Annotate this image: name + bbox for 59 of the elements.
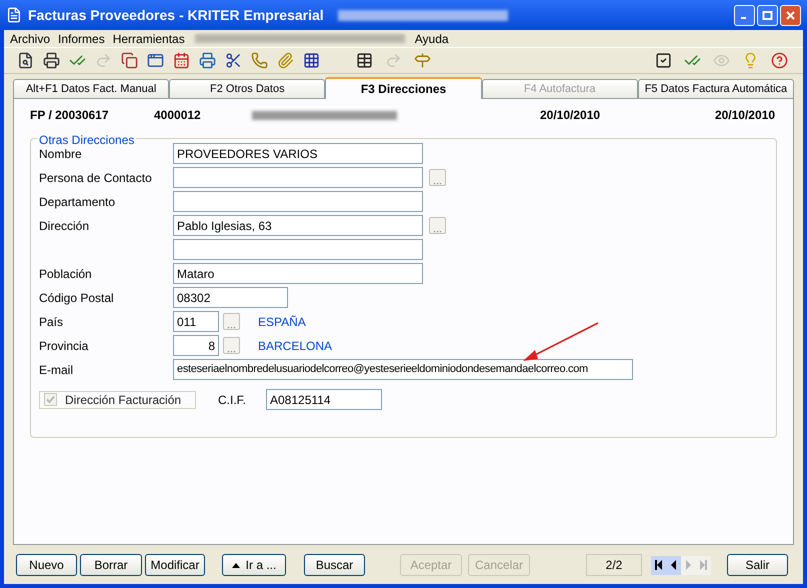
field-label: Código Postal: [39, 290, 114, 304]
up-triangle-icon: [232, 562, 240, 568]
close-icon: [785, 10, 796, 20]
field-label: Nombre: [39, 146, 82, 160]
input-field[interactable]: Mataro: [173, 263, 423, 284]
field-label: Provincia: [39, 338, 88, 352]
input-field[interactable]: PROVEEDORES VARIOS: [173, 143, 423, 164]
checkmark-icon: [46, 395, 55, 404]
maximize-icon: [762, 10, 773, 20]
field-label: País: [39, 314, 64, 328]
close-button[interactable]: [780, 4, 801, 26]
tab[interactable]: Alt+F1 Datos Fact. Manual: [13, 79, 170, 99]
field-label: Población: [39, 266, 92, 280]
action-button[interactable]: Buscar: [304, 554, 365, 576]
input-field[interactable]: 8: [173, 335, 219, 356]
action-button[interactable]: Borrar: [80, 554, 142, 576]
action-button[interactable]: Modificar: [145, 554, 205, 576]
menu-item[interactable]: Ayuda: [410, 30, 453, 48]
ellipsis-icon: [433, 182, 442, 185]
date-text: 20/10/2010: [540, 107, 600, 124]
menu-item[interactable]: Informes: [54, 30, 109, 48]
lookup-result: ESPAÑA: [258, 314, 306, 330]
action-button[interactable]: Ir a ...: [222, 554, 286, 576]
minimize-button[interactable]: [734, 4, 755, 26]
field-label: Persona de Contacto: [39, 170, 152, 184]
input-field[interactable]: 011: [173, 311, 219, 332]
record-counter: 2/2: [586, 554, 642, 576]
supplier-code: 4000012: [154, 107, 202, 124]
menu-item[interactable]: Archivo: [6, 30, 54, 48]
document-icon: [6, 7, 22, 23]
first-record-icon[interactable]: [651, 556, 666, 574]
field-label: C.I.F.: [218, 392, 248, 408]
input-field[interactable]: 08302: [173, 287, 288, 308]
lookup-result: BARCELONA: [258, 338, 332, 354]
menu-item[interactable]: Herramientas: [108, 30, 189, 48]
tab[interactable]: F3 Direcciones: [325, 77, 482, 99]
field-label: E-mail: [39, 362, 74, 376]
window-title: Facturas Proveedores - KRITER Empresarial: [28, 6, 324, 25]
previous-record-icon[interactable]: [666, 556, 681, 574]
invoice-number: FP / 20030617: [30, 107, 110, 124]
input-field[interactable]: Pablo Iglesias, 63: [173, 215, 423, 236]
tab[interactable]: F5 Datos Factura Automática: [638, 79, 794, 99]
field-label: Departamento: [39, 194, 116, 208]
exit-button[interactable]: Salir: [727, 554, 788, 576]
action-button[interactable]: Nuevo: [16, 554, 77, 576]
tab[interactable]: F2 Otros Datos: [169, 79, 326, 99]
ellipsis-icon: [227, 350, 236, 353]
field-label: Dirección: [39, 218, 90, 232]
ellipsis-icon: [227, 326, 236, 329]
input-field[interactable]: esteseriaelnombredelusuariodelcorreo@yesteserieeldominiodondesemandaelcorreo.com: [173, 359, 633, 380]
input-field[interactable]: [173, 167, 423, 188]
minimize-icon: [740, 17, 747, 19]
input-field[interactable]: [173, 239, 423, 260]
maximize-button[interactable]: [757, 4, 778, 26]
arrow-icon: [521, 321, 601, 363]
date-text: 20/10/2010: [714, 107, 775, 124]
input-field[interactable]: A08125114: [266, 389, 382, 410]
input-field[interactable]: [173, 191, 423, 212]
ellipsis-icon: [433, 230, 442, 233]
